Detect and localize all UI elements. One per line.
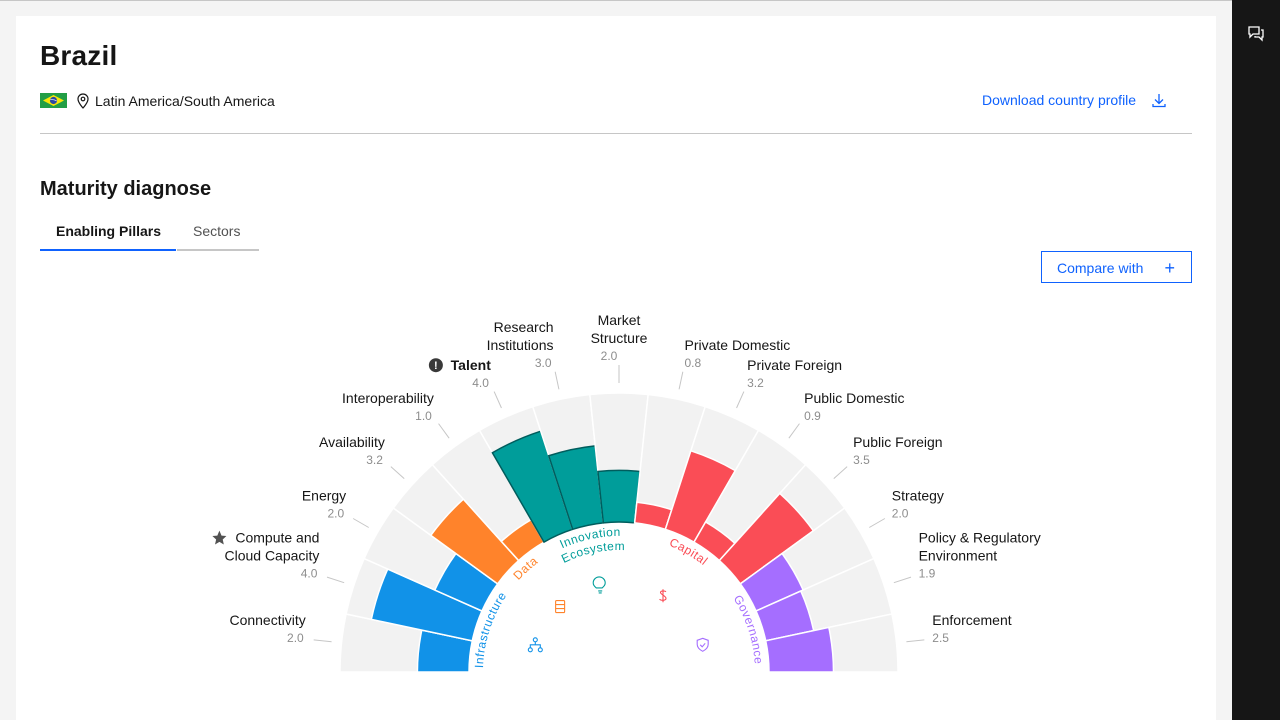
label-private-domestic: Private Domestic — [684, 337, 790, 353]
lightbulb-icon — [592, 576, 606, 594]
label-talent: Talent — [451, 357, 492, 373]
value-enforcement: 2.5 — [932, 631, 949, 645]
right-rail — [1232, 0, 1280, 720]
label-policy-regulatory-environment: Policy & Regulatory Environment — [919, 530, 1041, 564]
database-icon — [555, 600, 566, 614]
tick-enforcement — [906, 639, 925, 643]
tick-interoperability — [438, 423, 450, 439]
warning-icon-mark: ! — [434, 360, 438, 372]
value-private-domestic: 0.8 — [684, 356, 701, 370]
value-connectivity: 2.0 — [287, 631, 304, 645]
label-public-domestic: Public Domestic — [804, 390, 904, 406]
shield-icon — [696, 637, 709, 652]
label-strategy: Strategy — [892, 488, 944, 504]
star-icon — [212, 530, 227, 545]
tick-compute-and-cloud-capacity — [326, 576, 345, 584]
tick-strategy — [869, 518, 886, 528]
label-energy: Energy — [302, 488, 346, 504]
value-strategy: 2.0 — [892, 507, 909, 521]
network-icon — [527, 637, 543, 653]
tick-public-domestic — [788, 423, 800, 439]
label-interoperability: Interoperability — [342, 390, 434, 406]
label-compute-and-cloud-capacity: Compute and Cloud Capacity — [224, 530, 319, 564]
value-public-foreign: 3.5 — [853, 453, 870, 467]
tick-public-foreign — [833, 466, 848, 479]
bar-market-structure[interactable] — [597, 469, 641, 524]
value-talent: 4.0 — [472, 376, 489, 390]
value-market-structure: 2.0 — [601, 349, 618, 363]
label-public-foreign: Public Foreign — [853, 434, 943, 450]
value-availability: 3.2 — [366, 453, 383, 467]
value-interoperability: 1.0 — [415, 409, 432, 423]
value-public-domestic: 0.9 — [804, 409, 821, 423]
value-compute-and-cloud-capacity: 4.0 — [301, 567, 318, 581]
label-enforcement: Enforcement — [932, 612, 1011, 628]
tick-connectivity — [313, 639, 332, 643]
tick-research-institutions — [554, 371, 560, 390]
label-market-structure: Market Structure — [591, 312, 648, 346]
label-private-foreign: Private Foreign — [747, 357, 842, 373]
label-research-institutions: Research Institutions — [487, 319, 554, 353]
dollar-icon — [659, 589, 667, 603]
feedback-icon[interactable] — [1247, 24, 1265, 42]
tick-talent — [493, 391, 502, 409]
tick-energy — [352, 518, 369, 528]
label-availability: Availability — [319, 434, 385, 450]
value-research-institutions: 3.0 — [535, 356, 552, 370]
value-energy: 2.0 — [328, 507, 345, 521]
label-connectivity: Connectivity — [229, 612, 305, 628]
tick-private-domestic — [678, 371, 684, 390]
tick-policy-regulatory-environment — [893, 576, 912, 584]
maturity-radial-chart: Connectivity 2.0 Compute and Cloud Capacity… — [212, 312, 1041, 673]
value-private-foreign: 3.2 — [747, 376, 764, 390]
value-policy-regulatory-environment: 1.9 — [919, 567, 936, 581]
tick-private-foreign — [736, 391, 745, 409]
tick-availability — [390, 466, 405, 479]
